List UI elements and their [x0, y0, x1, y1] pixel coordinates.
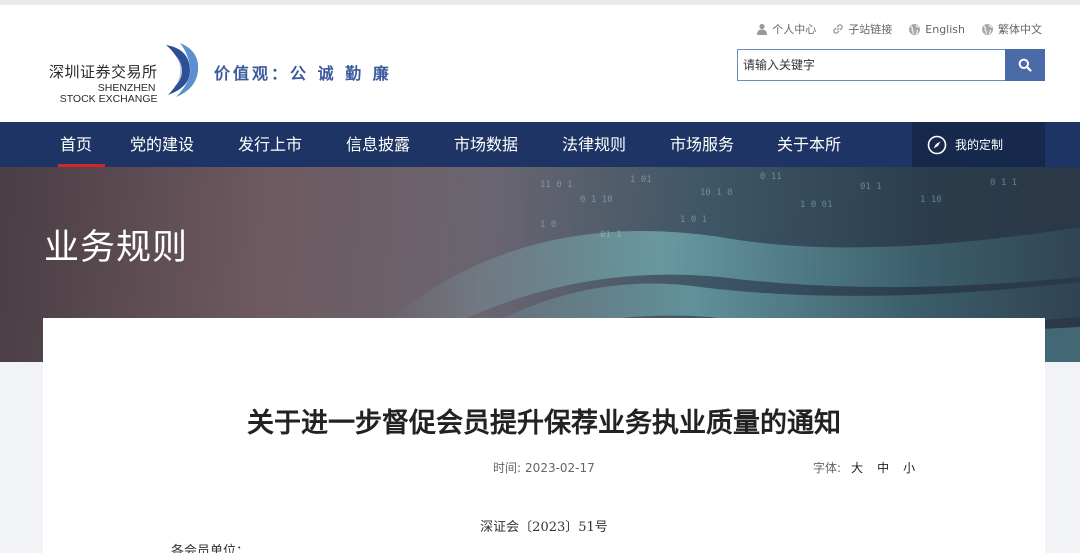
slogan: 价值观：公 诚 勤 廉: [214, 64, 392, 83]
logo[interactable]: 深圳证券交易所 SHENZHEN STOCK EXCHANGE: [49, 61, 158, 105]
svg-text:01 1: 01 1: [600, 230, 622, 240]
logo-chinese-name: 深圳证券交易所: [49, 63, 158, 81]
svg-text:01 1: 01 1: [860, 182, 882, 192]
search-button[interactable]: [1005, 49, 1045, 81]
svg-text:0 1 1: 0 1 1: [990, 178, 1017, 188]
top-links: 个人中心 子站链接 English 繁体中文: [756, 21, 1042, 37]
english-link[interactable]: English: [908, 21, 965, 37]
search-input[interactable]: [737, 49, 1005, 81]
svg-text:1 0 1: 1 0 1: [680, 215, 707, 225]
svg-text:0 1 10: 0 1 10: [580, 195, 613, 205]
font-size-medium[interactable]: 中: [877, 459, 889, 476]
logo-english-line2: STOCK EXCHANGE: [59, 93, 158, 105]
article-title: 关于进一步督促会员提升保荐业务执业质量的通知: [247, 408, 841, 439]
compass-icon: [927, 135, 947, 154]
font-size-small[interactable]: 小: [903, 459, 915, 476]
svg-text:1 0 01: 1 0 01: [800, 200, 833, 210]
font-size-large[interactable]: 大: [851, 459, 863, 476]
person-icon: [757, 23, 768, 35]
personal-center-label: 个人中心: [772, 23, 817, 36]
traditional-chinese-label: 繁体中文: [998, 23, 1042, 36]
document-number: 深证会〔2023〕51号: [480, 520, 608, 535]
svg-text:1 10: 1 10: [920, 195, 942, 205]
substation-link[interactable]: 子站链接: [832, 21, 892, 37]
svg-text:10 1 0: 10 1 0: [700, 188, 733, 198]
article-card: 关于进一步督促会员提升保荐业务执业质量的通知 时间: 2023-02-17 字体:…: [43, 318, 1045, 553]
svg-text:11 0 1: 11 0 1: [540, 180, 573, 190]
search-icon: [1018, 58, 1032, 72]
addressee: 各会员单位：: [171, 544, 250, 553]
nav-item-home[interactable]: 首页: [57, 122, 106, 167]
nav-item-party-building[interactable]: 党的建设: [130, 122, 194, 167]
english-label: English: [925, 22, 965, 36]
article-date: 时间: 2023-02-17: [493, 459, 595, 476]
svg-text:1 0: 1 0: [540, 220, 556, 230]
nav-item-rules[interactable]: 法律规则: [562, 122, 626, 167]
substation-label: 子站链接: [848, 23, 893, 36]
site-header: 深圳证券交易所 SHENZHEN STOCK EXCHANGE 价值观：公 诚 …: [0, 5, 1080, 122]
main-nav: 首页 党的建设 发行上市 信息披露 市场数据 法律规则 市场服务 关于本所 我的…: [0, 122, 1080, 167]
nav-item-listing[interactable]: 发行上市: [238, 122, 302, 167]
traditional-chinese-link[interactable]: 繁体中文: [981, 21, 1042, 37]
globe-icon: [982, 23, 993, 35]
nav-item-market-data[interactable]: 市场数据: [454, 122, 518, 167]
date-value: 2023-02-17: [525, 461, 595, 475]
link-icon: [833, 24, 843, 34]
date-label: 时间:: [493, 461, 522, 475]
nav-item-about[interactable]: 关于本所: [777, 122, 841, 167]
logo-english-name: SHENZHEN STOCK EXCHANGE: [49, 83, 158, 105]
nav-item-services[interactable]: 市场服务: [670, 122, 734, 167]
szse-logo-icon: [166, 43, 199, 97]
svg-text:1 01: 1 01: [630, 175, 652, 185]
svg-text:0 11: 0 11: [760, 172, 782, 182]
my-custom-label: 我的定制: [955, 138, 1004, 152]
font-size-switcher: 字体: 大 中 小: [813, 459, 915, 476]
personal-center-link[interactable]: 个人中心: [756, 21, 816, 37]
search-bar: [737, 49, 1045, 81]
font-size-label: 字体:: [813, 461, 842, 475]
nav-item-disclosure[interactable]: 信息披露: [346, 122, 410, 167]
globe-icon: [909, 23, 921, 35]
banner-title: 业务规则: [44, 228, 189, 268]
my-custom-button[interactable]: 我的定制: [912, 122, 1045, 167]
